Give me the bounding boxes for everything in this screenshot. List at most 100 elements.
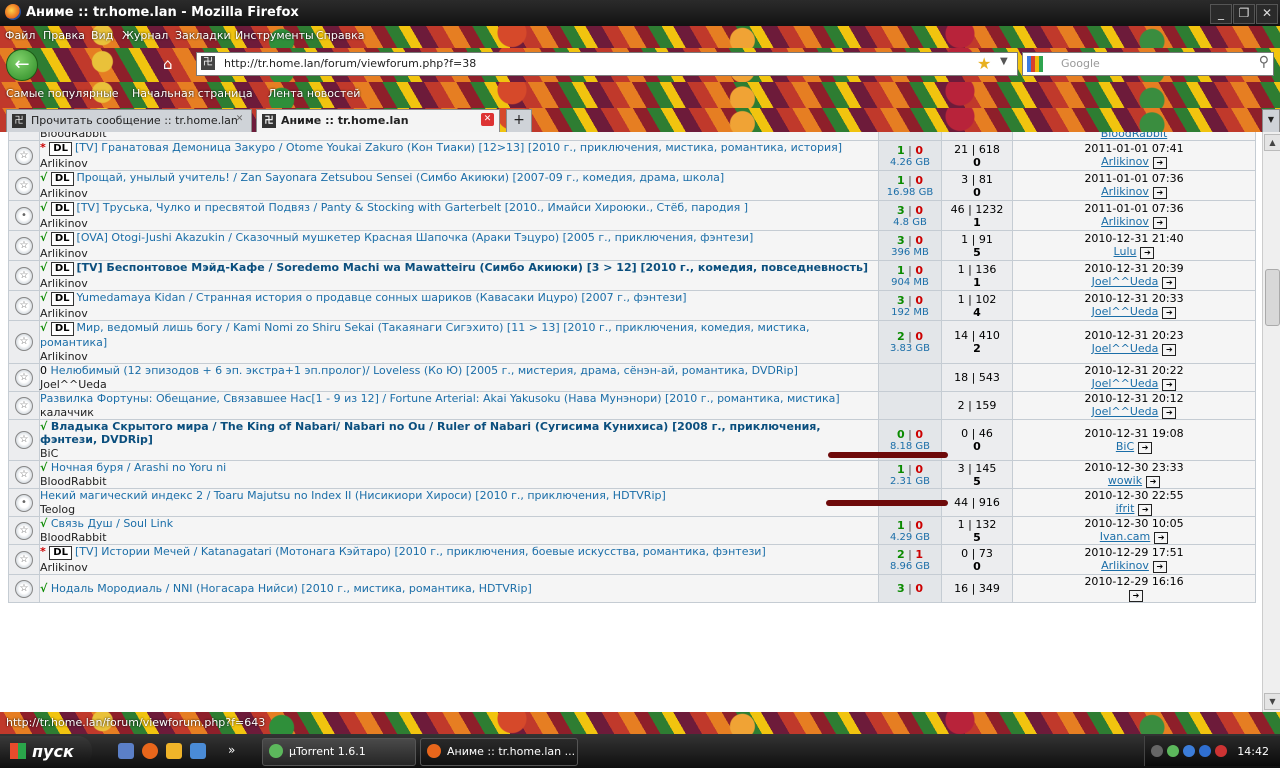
url-dropdown-icon[interactable]: ▼ xyxy=(1000,56,1008,67)
quicklaunch-icon[interactable] xyxy=(166,743,182,759)
scrollbar-thumb[interactable] xyxy=(1265,269,1280,326)
search-icon[interactable]: ⚲ xyxy=(1259,54,1269,70)
topic-author[interactable]: Arlikinov xyxy=(40,187,878,200)
lastpost-user[interactable]: Joel^^Ueda xyxy=(1092,305,1159,318)
minimize-button[interactable]: _ xyxy=(1210,4,1232,24)
topic-title-link[interactable]: [TV] Труська, Чулко и пресвятой Подвяз /… xyxy=(77,201,748,214)
lastpost-user[interactable]: Arlikinov xyxy=(1101,215,1149,228)
language-icon[interactable] xyxy=(1215,745,1227,757)
topic-title-link[interactable]: Развилка Фортуны: Обещание, Связавшее На… xyxy=(40,392,840,405)
menu-help[interactable]: Справка xyxy=(316,29,364,42)
menu-tools[interactable]: Инструменты xyxy=(235,29,314,42)
lastpost-user[interactable]: Arlikinov xyxy=(1101,559,1149,572)
goto-lastpost-icon[interactable]: ➔ xyxy=(1129,590,1143,602)
home-icon[interactable]: ⌂ xyxy=(163,55,173,73)
close-tab-icon[interactable]: ✕ xyxy=(233,113,246,126)
bookmark-news-feed[interactable]: Лента новостей xyxy=(268,87,360,100)
lastpost-user[interactable]: Joel^^Ueda xyxy=(1092,275,1159,288)
lastpost-user[interactable]: Ivan.cam xyxy=(1100,530,1150,543)
topic-title-link[interactable]: Владыка Скрытого мира / The King of Naba… xyxy=(40,420,821,446)
new-tab-button[interactable]: + xyxy=(506,109,532,133)
goto-lastpost-icon[interactable]: ➔ xyxy=(1138,441,1153,454)
menu-view[interactable]: Вид xyxy=(91,29,113,42)
vertical-scrollbar[interactable]: ▲ ▼ xyxy=(1262,132,1280,712)
menu-edit[interactable]: Правка xyxy=(43,29,85,42)
menu-bookmarks[interactable]: Закладки xyxy=(175,29,231,42)
topic-author[interactable]: Arlikinov xyxy=(40,561,878,574)
volume-icon[interactable] xyxy=(1199,745,1211,757)
scroll-down-icon[interactable]: ▼ xyxy=(1264,693,1280,710)
task-utorrent[interactable]: µTorrent 1.6.1 xyxy=(262,738,416,766)
menu-file[interactable]: Файл xyxy=(5,29,35,42)
topic-author[interactable]: BloodRabbit xyxy=(40,531,878,544)
network-icon[interactable] xyxy=(1183,745,1195,757)
topic-title-link[interactable]: Yumedamaya Kidan / Странная история о пр… xyxy=(77,291,687,304)
topic-title-link[interactable]: [TV] Беспонтовое Мэйд-Кафе / Soredemo Ma… xyxy=(77,261,869,274)
tray-arrow-icon[interactable] xyxy=(1151,745,1163,757)
lastpost-user[interactable]: Lulu xyxy=(1114,245,1137,258)
topic-title-link[interactable]: Мир, ведомый лишь богу / Kami Nomi zo Sh… xyxy=(40,321,809,349)
lastpost-user[interactable]: Joel^^Ueda xyxy=(1092,342,1159,355)
topic-author[interactable]: BloodRabbit xyxy=(40,475,878,488)
topic-author[interactable]: Arlikinov xyxy=(40,307,878,320)
lastpost-user[interactable]: wowik xyxy=(1108,474,1142,487)
quicklaunch-icon[interactable] xyxy=(118,743,134,759)
goto-lastpost-icon[interactable]: ➔ xyxy=(1162,407,1177,419)
goto-lastpost-icon[interactable]: ➔ xyxy=(1162,307,1177,319)
topic-author[interactable]: Arlikinov xyxy=(40,157,878,170)
close-button[interactable]: ✕ xyxy=(1256,4,1278,24)
tab-read-message[interactable]: 卍 Прочитать сообщение :: tr.home.lan ✕ xyxy=(6,109,252,133)
topic-title-link[interactable]: [OVA] Otogi-Jushi Akazukin / Сказочный м… xyxy=(77,231,754,244)
google-engine-icon[interactable] xyxy=(1027,56,1043,72)
topic-title-link[interactable]: Связь Душ / Soul Link xyxy=(51,517,173,530)
topic-author[interactable]: Joel^^Ueda xyxy=(40,378,878,391)
tab-list-button[interactable]: ▼ xyxy=(1262,109,1280,133)
topic-title-link[interactable]: Прощай, унылый учитель! / Zan Sayonara Z… xyxy=(77,171,725,184)
topic-title-link[interactable]: Нелюбимый (12 эпизодов + 6 эп. экстра+1 … xyxy=(51,364,798,377)
goto-lastpost-icon[interactable]: ➔ xyxy=(1152,561,1167,573)
topic-title-link[interactable]: Нодаль Мородиаль / NNI (Ногасара Нийси) … xyxy=(51,582,532,595)
goto-lastpost-icon[interactable]: ➔ xyxy=(1152,217,1167,229)
close-tab-icon[interactable]: ✕ xyxy=(481,113,494,126)
goto-lastpost-icon[interactable]: ➔ xyxy=(1154,532,1169,544)
topic-title-link[interactable]: Некий магический индекс 2 / Toaru Majuts… xyxy=(40,489,666,502)
maximize-button[interactable]: ❐ xyxy=(1233,4,1255,24)
topic-author[interactable]: BloodRabbit xyxy=(40,132,878,140)
search-box[interactable]: Google ⚲ xyxy=(1022,52,1274,76)
url-bar[interactable]: 卍 http://tr.home.lan/forum/viewforum.php… xyxy=(196,52,1018,76)
back-arrow-icon[interactable]: ← xyxy=(6,49,38,81)
topic-author[interactable]: BiC xyxy=(40,447,878,460)
url-text[interactable]: http://tr.home.lan/forum/viewforum.php?f… xyxy=(224,57,476,70)
goto-lastpost-icon[interactable]: ➔ xyxy=(1146,476,1161,488)
lastpost-user[interactable]: Arlikinov xyxy=(1101,155,1149,168)
lastpost-user[interactable]: Joel^^Ueda xyxy=(1092,377,1159,390)
firefox-icon[interactable] xyxy=(142,743,158,759)
lastpost-user[interactable]: ifrit xyxy=(1116,502,1135,515)
topic-author[interactable]: калаччик xyxy=(40,406,878,419)
task-firefox[interactable]: Аниме :: tr.home.lan ... xyxy=(420,738,578,766)
goto-lastpost-icon[interactable]: ➔ xyxy=(1152,187,1167,199)
topic-title-link[interactable]: [TV] Гранатовая Демоница Закуро / Otome … xyxy=(75,141,842,154)
topic-author[interactable]: Arlikinov xyxy=(40,350,878,363)
goto-lastpost-icon[interactable]: ➔ xyxy=(1138,504,1153,516)
lastpost-user[interactable]: Joel^^Ueda xyxy=(1092,405,1159,418)
lastpost-user[interactable]: BiC xyxy=(1116,440,1134,453)
scroll-up-icon[interactable]: ▲ xyxy=(1264,134,1280,151)
start-button[interactable]: пуск xyxy=(0,736,92,766)
topic-author[interactable]: Arlikinov xyxy=(40,247,878,260)
goto-lastpost-icon[interactable]: ➔ xyxy=(1162,343,1177,356)
quicklaunch-icon[interactable] xyxy=(190,743,206,759)
bookmark-star-icon[interactable]: ★ xyxy=(977,54,991,73)
goto-lastpost-icon[interactable]: ➔ xyxy=(1162,379,1177,391)
topic-title-link[interactable]: [TV] Истории Мечей / Katanagatari (Мотон… xyxy=(75,545,766,558)
quicklaunch-more-icon[interactable]: » xyxy=(228,743,244,759)
topic-author[interactable]: Arlikinov xyxy=(40,277,878,290)
lastpost-user[interactable]: Arlikinov xyxy=(1101,185,1149,198)
bookmark-most-visited[interactable]: Самые популярные xyxy=(6,87,119,100)
goto-lastpost-icon[interactable]: ➔ xyxy=(1140,247,1155,259)
tab-anime[interactable]: 卍 Аниме :: tr.home.lan ✕ xyxy=(256,109,500,133)
topic-title-link[interactable]: Ночная буря / Arashi no Yoru ni xyxy=(51,461,226,474)
goto-lastpost-icon[interactable]: ➔ xyxy=(1152,157,1167,169)
topic-author[interactable]: Arlikinov xyxy=(40,217,878,230)
topic-author[interactable]: Teolog xyxy=(40,503,878,516)
